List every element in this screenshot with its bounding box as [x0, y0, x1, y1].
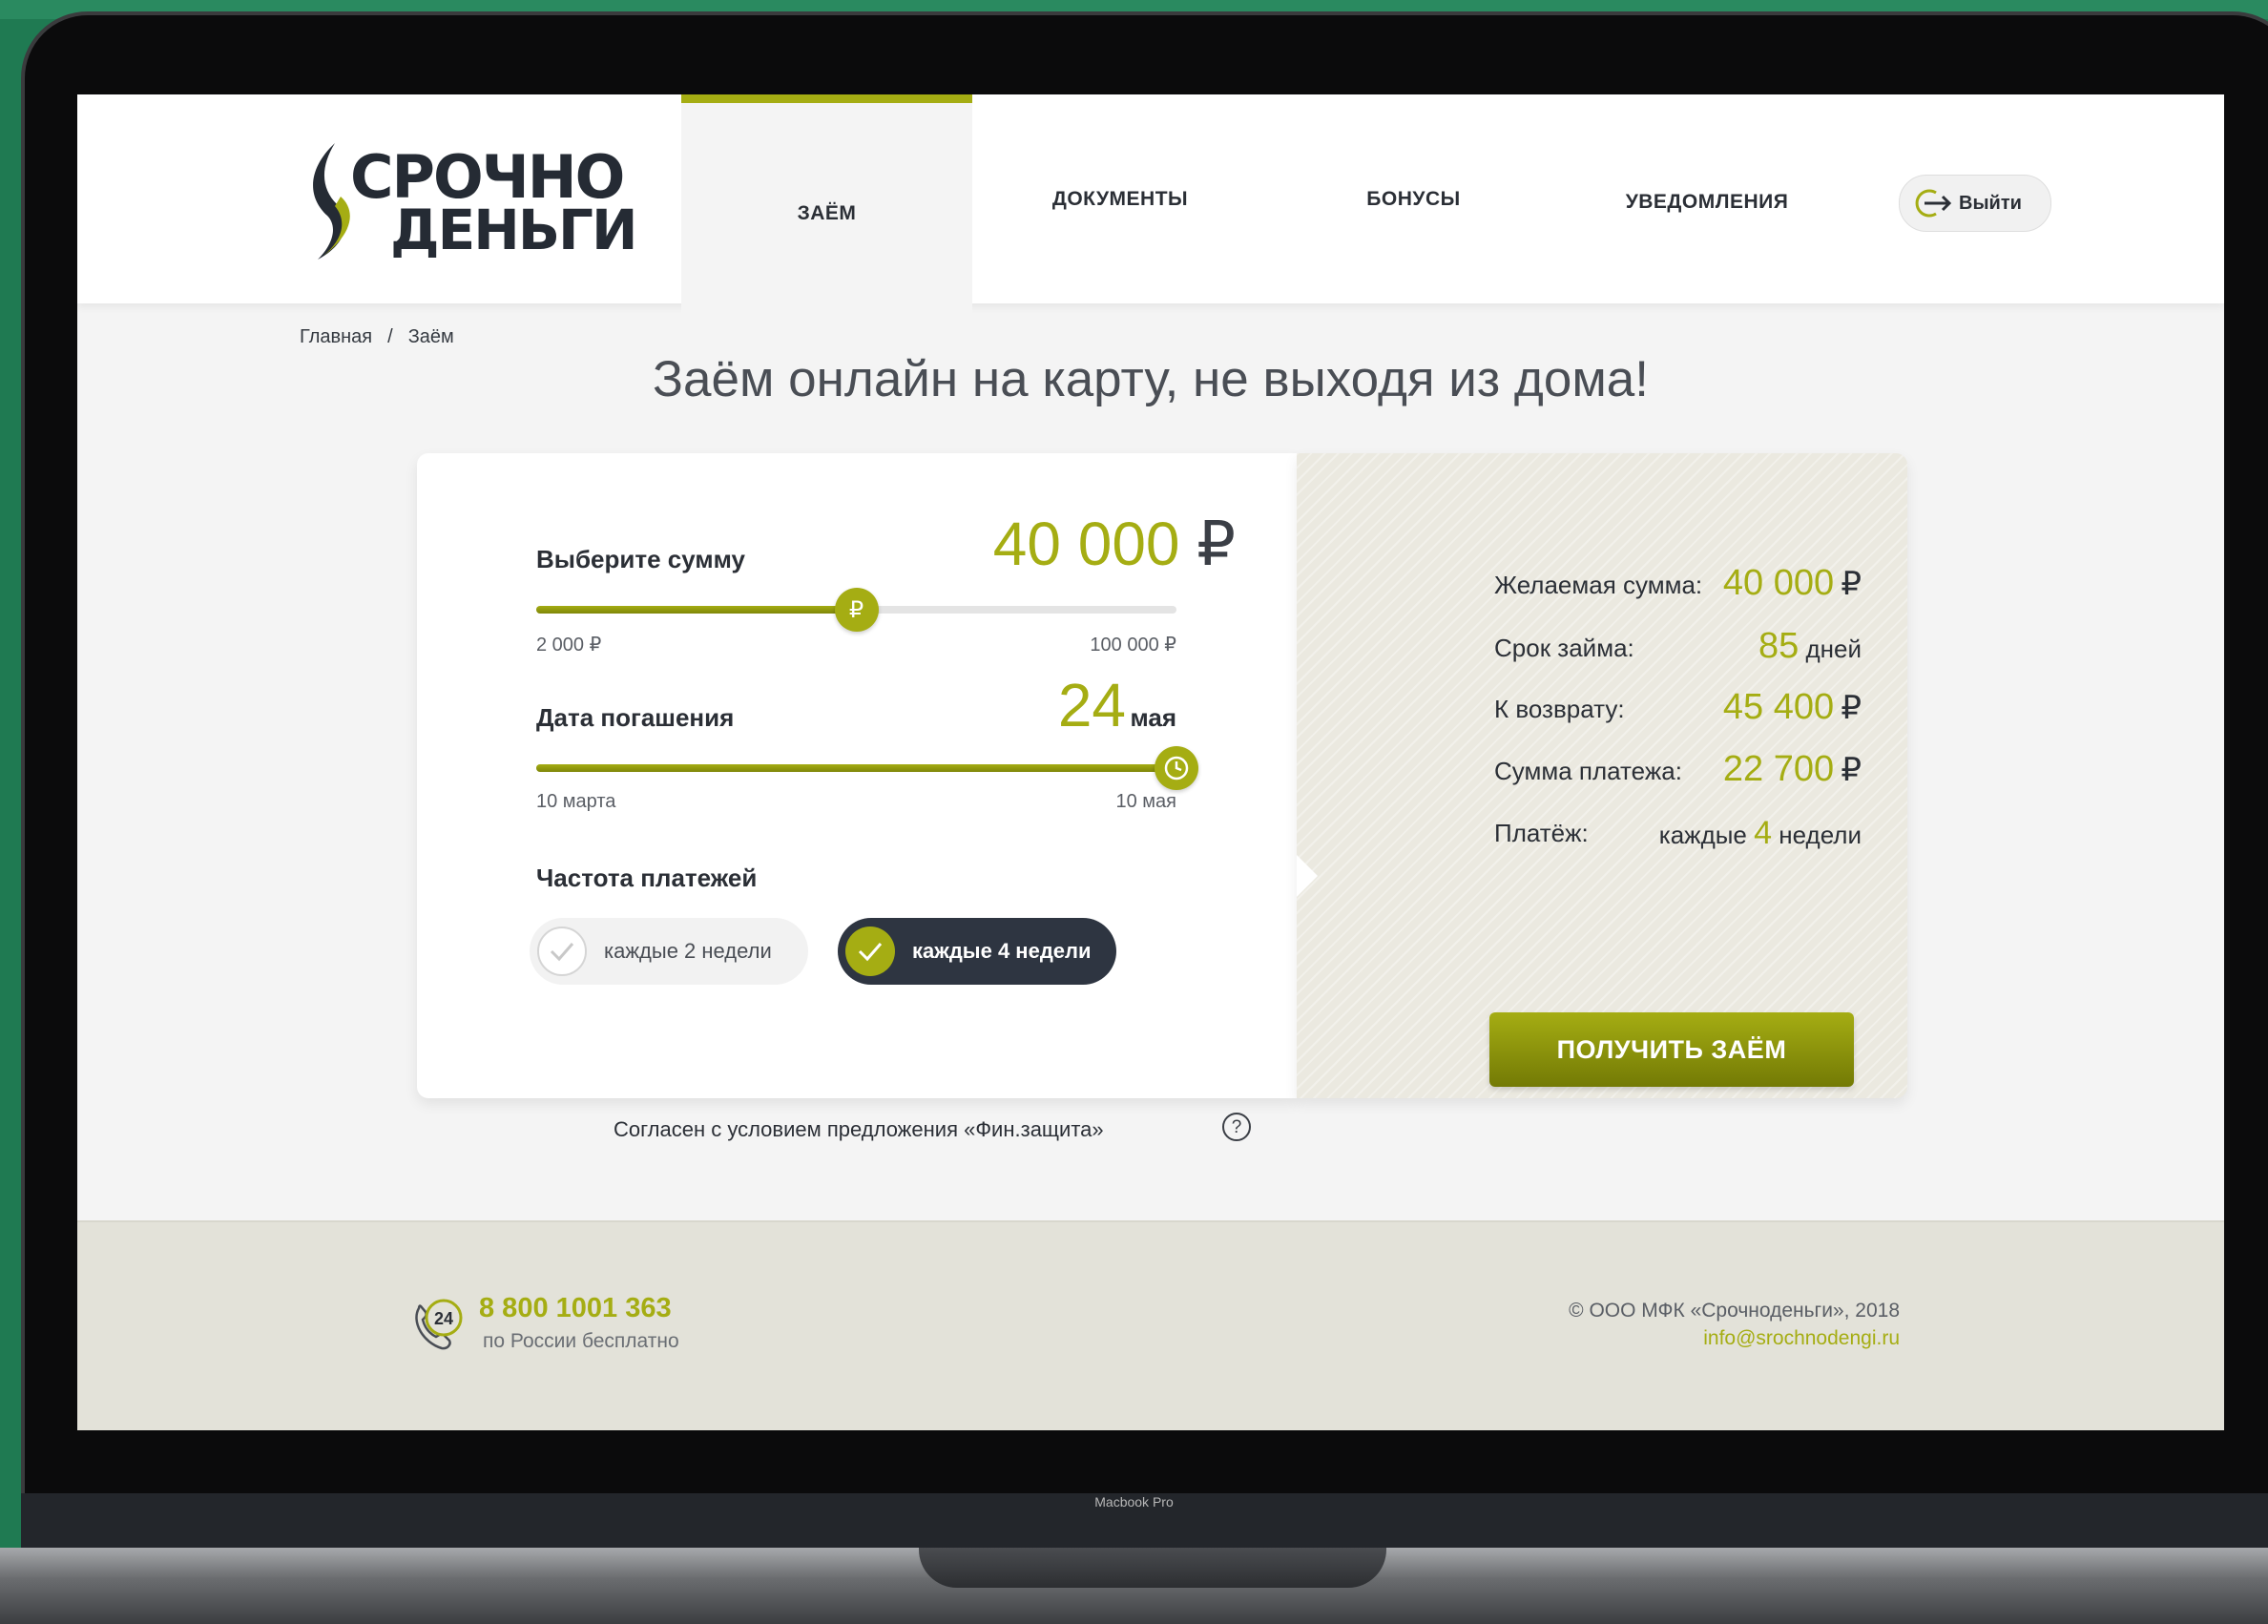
get-loan-button[interactable]: ПОЛУЧИТЬ ЗАЁМ: [1489, 1012, 1854, 1087]
summary-unit: ₽: [1841, 566, 1862, 602]
footer-copyright: © ООО МФК «Срочноденьги», 2018: [1569, 1300, 1900, 1322]
summary-value: 22 700: [1722, 749, 1835, 789]
nav-tab-bonuses[interactable]: БОНУСЫ: [1268, 94, 1559, 303]
amount-slider-fill: [536, 606, 857, 614]
logo-text-line2: ДЕНЬГИ: [390, 198, 638, 262]
amount-label: Выберите сумму: [536, 545, 745, 573]
summary-row-repayment: К возврату: 45 400 ₽: [1494, 687, 1862, 730]
nav-tab-documents[interactable]: ДОКУМЕНТЫ: [972, 94, 1268, 303]
site-footer: [77, 1220, 2224, 1430]
footer-phone-number[interactable]: 8 800 1001 363: [479, 1293, 672, 1324]
phone-24-icon: 24: [415, 1299, 463, 1350]
page-title: Заём онлайн на карту, не выходя из дома!: [653, 351, 1649, 407]
device-label: Macbook Pro: [1094, 1494, 1174, 1509]
check-icon: [550, 943, 574, 962]
summary-value: 4: [1754, 815, 1773, 851]
frequency-label: Частота платежей: [536, 864, 758, 892]
nav-tab-loan-label: ЗАЁМ: [797, 201, 857, 224]
date-month: мая: [1130, 703, 1176, 732]
panel-arrow: [1297, 855, 1318, 897]
date-label: Дата погашения: [536, 703, 735, 732]
check-circle-off: [537, 927, 587, 976]
browser-screen: СРОЧНО ДЕНЬГИ ЗАЁМ ДОКУМЕНТЫ БОНУСЫ УВЕД…: [77, 94, 2224, 1430]
nav-tab-notifications[interactable]: УВЕДОМЛЕНИЯ: [1559, 97, 1855, 306]
amount-number: 40 000: [992, 510, 1180, 578]
ruble-icon: ₽: [848, 596, 864, 623]
summary-label: Платёж:: [1494, 819, 1589, 847]
logout-button[interactable]: Выйти: [1899, 175, 2051, 232]
amount-slider-thumb[interactable]: ₽: [834, 588, 879, 632]
date-min-label: 10 марта: [536, 791, 616, 812]
nav-tab-loan[interactable]: ЗАЁМ: [681, 94, 972, 323]
logout-label: Выйти: [1959, 192, 2022, 214]
summary-label: К возврату:: [1494, 695, 1625, 723]
summary-unit: ₽: [1841, 690, 1862, 726]
nav-tab-bonuses-label: БОНУСЫ: [1366, 187, 1461, 210]
summary-prefix: каждые: [1658, 821, 1747, 849]
date-slider-fill: [536, 764, 1176, 772]
clock-icon: [1164, 756, 1189, 781]
nav-tab-notifications-label: УВЕДОМЛЕНИЯ: [1625, 190, 1789, 213]
breadcrumb: Главная / Заём: [300, 326, 454, 348]
frequency-option-2-weeks-label: каждые 2 недели: [604, 939, 772, 963]
date-max-label: 10 мая: [1115, 791, 1176, 812]
summary-row-payment: Сумма платежа: 22 700 ₽: [1494, 749, 1862, 792]
summary-label: Сумма платежа:: [1494, 757, 1682, 785]
date-day: 24: [1057, 671, 1127, 739]
date-value: 24 мая: [1058, 670, 1176, 740]
amount-max-label: 100 000 ₽: [1090, 635, 1176, 656]
laptop-notch: [919, 1548, 1386, 1588]
footer-email-link[interactable]: info@srochnodengi.ru: [1703, 1327, 1900, 1350]
summary-value: 85: [1758, 626, 1800, 666]
question-icon[interactable]: ?: [1222, 1113, 1251, 1141]
phone-badge-text: 24: [434, 1309, 453, 1328]
summary-unit: ₽: [1841, 752, 1862, 788]
logo-swoosh-icon: [313, 143, 350, 260]
summary-unit: дней: [1805, 635, 1862, 663]
frequency-option-4-weeks-label: каждые 4 недели: [912, 939, 1092, 963]
amount-currency: ₽: [1196, 510, 1236, 578]
logout-icon: [1915, 189, 1952, 218]
site-logo[interactable]: СРОЧНО ДЕНЬГИ: [299, 135, 642, 268]
frequency-option-2-weeks[interactable]: каждые 2 недели: [530, 918, 808, 985]
frequency-option-4-weeks[interactable]: каждые 4 недели: [838, 918, 1116, 985]
breadcrumb-separator: /: [387, 326, 393, 347]
summary-label: Желаемая сумма:: [1494, 571, 1703, 599]
summary-row-amount: Желаемая сумма: 40 000 ₽: [1494, 563, 1862, 606]
breadcrumb-home-link[interactable]: Главная: [300, 326, 372, 347]
check-icon: [858, 943, 883, 962]
summary-value: 40 000: [1722, 563, 1835, 603]
summary-unit: недели: [1779, 821, 1862, 849]
summary-row-term: Срок займа: 85 дней: [1494, 626, 1862, 669]
summary-row-frequency: Платёж: каждые 4 недели: [1494, 812, 1862, 854]
site-header: СРОЧНО ДЕНЬГИ ЗАЁМ ДОКУМЕНТЫ БОНУСЫ УВЕД…: [77, 94, 2224, 323]
amount-value: 40 000 ₽: [993, 509, 1236, 580]
amount-min-label: 2 000 ₽: [536, 635, 602, 656]
nav-tab-documents-label: ДОКУМЕНТЫ: [1051, 187, 1189, 210]
summary-value: 45 400: [1722, 687, 1835, 727]
check-circle-on: [845, 927, 895, 976]
summary-label: Срок займа:: [1494, 634, 1634, 662]
breadcrumb-current: Заём: [407, 326, 454, 347]
agreement-text[interactable]: Согласен с условием предложения «Фин.защ…: [614, 1117, 1104, 1142]
footer-phone-caption: по России бесплатно: [483, 1330, 679, 1352]
date-slider-thumb[interactable]: [1155, 746, 1198, 790]
